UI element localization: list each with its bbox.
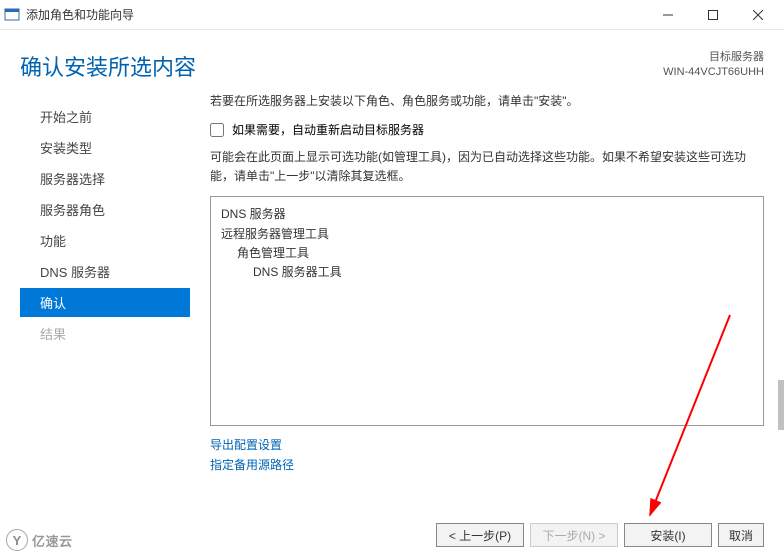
sidebar-item-server-selection[interactable]: 服务器选择 (30, 164, 190, 193)
content-panel: 若要在所选服务器上安装以下角色、角色服务或功能，请单击"安装"。 如果需要，自动… (190, 92, 784, 475)
previous-button[interactable]: < 上一步(P) (436, 523, 524, 547)
sidebar-item-confirmation[interactable]: 确认 (20, 288, 190, 317)
header: 确认安装所选内容 目标服务器 WIN-44VCJT66UHH (0, 30, 784, 92)
sidebar-item-server-roles[interactable]: 服务器角色 (30, 195, 190, 224)
selection-listbox[interactable]: DNS 服务器 远程服务器管理工具 角色管理工具 DNS 服务器工具 (210, 196, 764, 426)
alt-source-path-link[interactable]: 指定备用源路径 (210, 456, 764, 475)
auto-restart-row: 如果需要，自动重新启动目标服务器 (210, 121, 764, 138)
maximize-button[interactable] (690, 0, 735, 30)
sidebar: 开始之前 安装类型 服务器选择 服务器角色 功能 DNS 服务器 确认 结果 (0, 92, 190, 475)
sidebar-item-install-type[interactable]: 安装类型 (30, 133, 190, 162)
cancel-button[interactable]: 取消 (718, 523, 764, 547)
list-item: 远程服务器管理工具 (221, 225, 753, 244)
target-server-value: WIN-44VCJT66UHH (663, 65, 764, 80)
body: 开始之前 安装类型 服务器选择 服务器角色 功能 DNS 服务器 确认 结果 若… (0, 92, 784, 475)
optional-features-note: 可能会在此页面上显示可选功能(如管理工具)，因为已自动选择这些功能。如果不希望安… (210, 148, 764, 186)
page-title: 确认安装所选内容 (20, 50, 196, 82)
wizard-footer: < 上一步(P) 下一步(N) > 安装(I) 取消 (436, 523, 764, 547)
watermark: Y 亿速云 (6, 529, 73, 551)
scrollbar-thumb[interactable] (778, 380, 784, 430)
app-icon (4, 7, 20, 23)
install-button[interactable]: 安装(I) (624, 523, 712, 547)
watermark-icon: Y (6, 529, 28, 551)
auto-restart-checkbox[interactable] (210, 123, 224, 137)
export-config-link[interactable]: 导出配置设置 (210, 436, 764, 455)
minimize-button[interactable] (645, 0, 690, 30)
titlebar: 添加角色和功能向导 (0, 0, 784, 30)
sidebar-item-before-begin[interactable]: 开始之前 (30, 102, 190, 131)
target-server-info: 目标服务器 WIN-44VCJT66UHH (663, 50, 764, 81)
bottom-links: 导出配置设置 指定备用源路径 (210, 436, 764, 474)
close-button[interactable] (735, 0, 780, 30)
list-item: DNS 服务器工具 (221, 263, 753, 282)
sidebar-item-features[interactable]: 功能 (30, 226, 190, 255)
sidebar-item-dns-server[interactable]: DNS 服务器 (30, 257, 190, 286)
list-item: 角色管理工具 (221, 244, 753, 263)
auto-restart-label[interactable]: 如果需要，自动重新启动目标服务器 (232, 121, 424, 138)
intro-text: 若要在所选服务器上安装以下角色、角色服务或功能，请单击"安装"。 (210, 92, 764, 109)
window-title: 添加角色和功能向导 (26, 6, 134, 23)
sidebar-item-results: 结果 (30, 319, 190, 348)
target-server-label: 目标服务器 (663, 50, 764, 65)
list-item: DNS 服务器 (221, 205, 753, 224)
next-button: 下一步(N) > (530, 523, 618, 547)
watermark-text: 亿速云 (32, 531, 73, 550)
